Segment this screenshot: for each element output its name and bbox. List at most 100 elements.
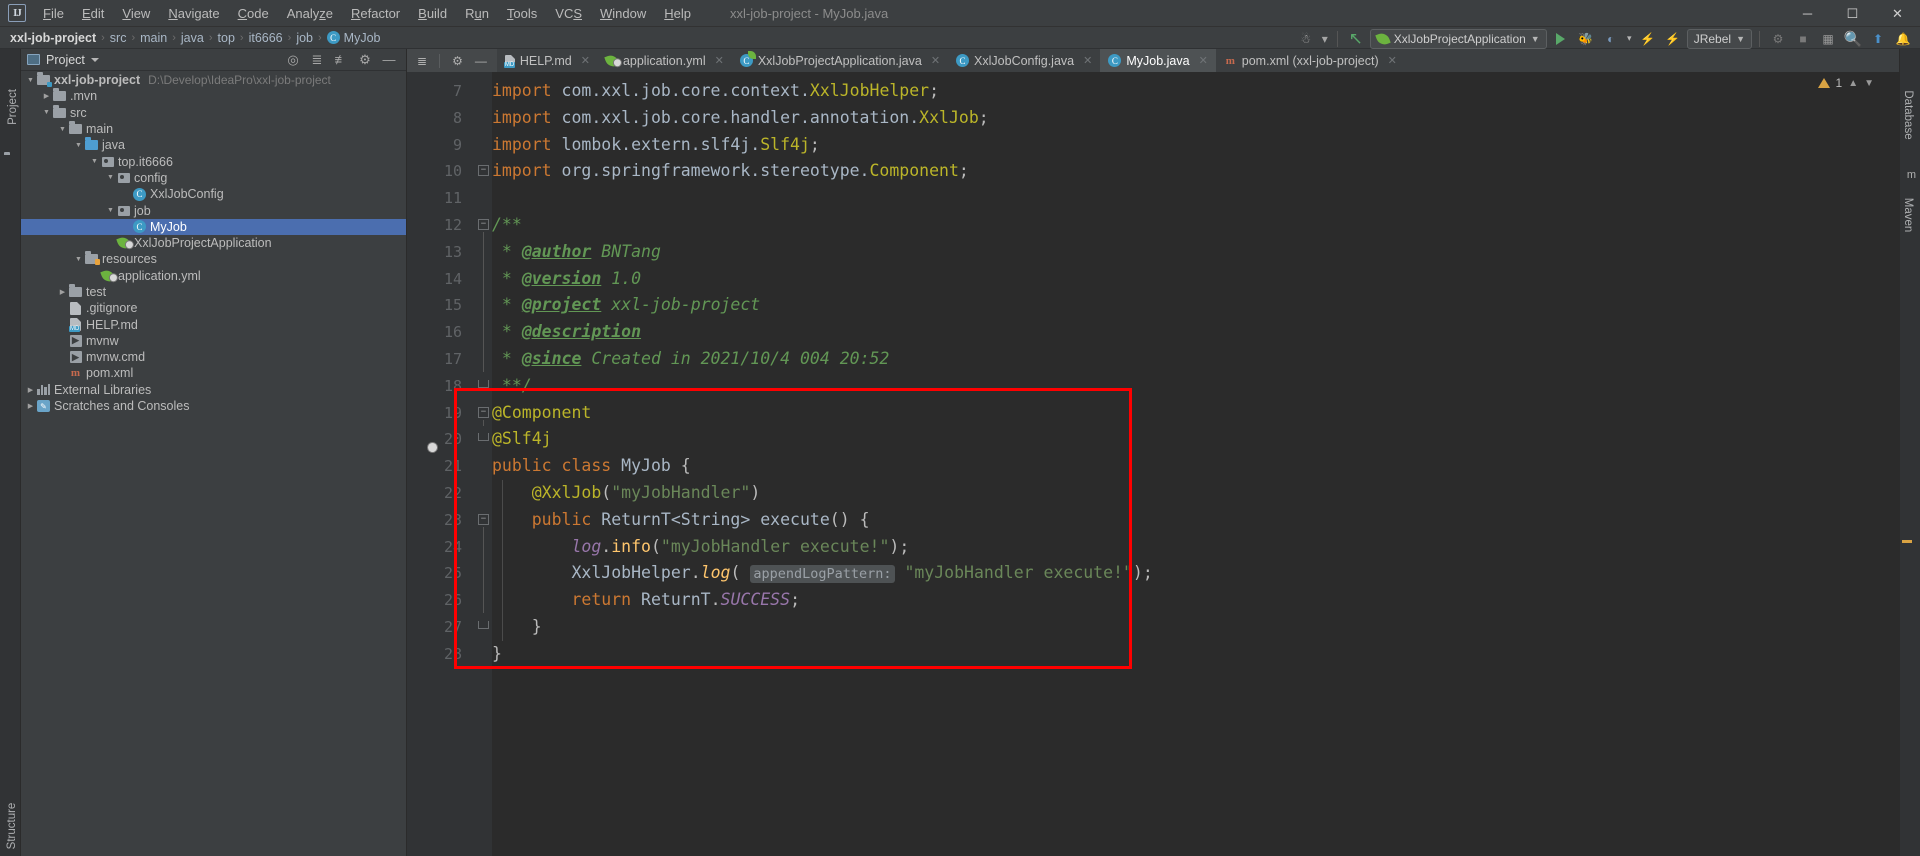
menu-edit[interactable]: Edit (73, 3, 113, 24)
tree-item-src[interactable]: src (21, 104, 406, 121)
breadcrumb-item-src[interactable]: src (110, 31, 127, 45)
chevron-down-icon[interactable] (25, 77, 36, 84)
tree-item-config[interactable]: config (21, 170, 406, 186)
code-line-9[interactable]: import lombok.extern.slf4j.Slf4j; (492, 132, 820, 159)
tool-window-button-structure[interactable]: Structure (6, 788, 18, 856)
close-button[interactable]: ✕ (1875, 0, 1920, 27)
run-configuration-selector[interactable]: XxlJobProjectApplication ▼ (1369, 28, 1547, 49)
code-line-16[interactable]: * @description (492, 319, 641, 346)
code-line-7[interactable]: import com.xxl.job.core.context.XxlJobHe… (492, 78, 939, 105)
code-line-26[interactable]: return ReturnT.SUCCESS; (492, 587, 800, 614)
tree-item-myjob[interactable]: C MyJob (21, 218, 406, 235)
tool-window-button-database[interactable]: Database (1902, 77, 1914, 153)
project-tree[interactable]: xxl-job-project D:\Develop\IdeaPro\xxl-jo… (21, 72, 406, 856)
locate-icon[interactable]: ◎ (286, 52, 300, 68)
menu-run[interactable]: Run (456, 3, 498, 24)
editor-tab-application.yml[interactable]: application.yml ✕ (597, 49, 732, 72)
hide-icon[interactable]: — (475, 54, 487, 68)
settings-gear-icon[interactable]: ⚙ (358, 52, 372, 68)
code-line-8[interactable]: import com.xxl.job.core.handler.annotati… (492, 105, 989, 132)
editor-warning-marker[interactable] (1902, 540, 1912, 543)
close-icon[interactable]: ✕ (1083, 54, 1092, 67)
code-line-17[interactable]: * @since Created in 2021/10/4 004 20:52 (492, 346, 889, 373)
vcs-update-icon[interactable]: ⬆ (1867, 28, 1889, 50)
code-line-10[interactable]: import org.springframework.stereotype.Co… (492, 158, 969, 185)
code-line-20[interactable]: @Slf4j (492, 426, 552, 453)
code-line-22[interactable]: @XxlJob("myJobHandler") (492, 480, 761, 507)
menu-help[interactable]: Help (655, 3, 700, 24)
expand-icon[interactable]: ≢ (334, 52, 348, 67)
chevron-down-icon[interactable] (57, 126, 68, 133)
update-project-icon[interactable]: ↖ (1345, 28, 1367, 50)
editor-tab-xxljobprojectapplication.java[interactable]: C XxlJobProjectApplication.java ✕ (731, 49, 949, 72)
maven-icon[interactable]: m (1907, 169, 1916, 181)
chevron-down-icon[interactable]: ▼ (1864, 78, 1874, 89)
code-fold-toggle[interactable] (478, 433, 489, 442)
tree-item-xxljobconfig[interactable]: C XxlJobConfig (21, 186, 406, 202)
editor-code-area[interactable]: import com.xxl.job.core.context.XxlJobHe… (492, 72, 1920, 856)
collapse-all-icon[interactable]: ≣ (417, 54, 427, 68)
coverage-icon[interactable]: ◐ (1600, 28, 1622, 50)
menu-analyze[interactable]: Analyze (278, 3, 342, 24)
tree-item-.mvn[interactable]: .mvn (21, 88, 406, 104)
code-line-25[interactable]: XxlJobHelper.log( appendLogPattern: "myJ… (492, 560, 1153, 587)
code-fold-toggle[interactable]: − (478, 513, 489, 525)
chevron-down-icon[interactable] (105, 207, 116, 214)
chevron-down-icon[interactable] (90, 57, 99, 62)
hide-icon[interactable]: — (382, 52, 396, 67)
editor-fold-strip[interactable]: − − − − (470, 72, 492, 856)
chevron-right-icon[interactable] (57, 288, 68, 296)
attach-debugger-icon[interactable]: ⚙ (1767, 28, 1789, 50)
chevron-down-icon[interactable]: ▾ (1625, 28, 1634, 50)
tree-item-resources[interactable]: resources (21, 251, 406, 267)
breadcrumb-item-it6666[interactable]: it6666 (249, 31, 283, 45)
code-line-28[interactable]: } (492, 641, 502, 668)
chevron-down-icon[interactable] (105, 174, 116, 181)
close-icon[interactable]: ✕ (931, 54, 940, 67)
tree-item-xxljobprojectapplication[interactable]: XxlJobProjectApplication (21, 235, 406, 251)
tool-window-button-maven[interactable]: Maven (1902, 185, 1914, 245)
menu-tools[interactable]: Tools (498, 3, 546, 24)
editor-tab-help.md[interactable]: MD HELP.md ✕ (496, 49, 598, 72)
code-line-13[interactable]: * @author BNTang (492, 239, 661, 266)
breadcrumb-item-main[interactable]: main (140, 31, 167, 45)
tree-item-external-libraries[interactable]: External Libraries (21, 382, 406, 398)
inspection-status-widget[interactable]: 1 ▲ ▼ (1817, 72, 1874, 94)
search-icon[interactable]: 🔍 (1842, 28, 1864, 50)
stop-icon[interactable]: ■ (1792, 28, 1814, 50)
chevron-down-icon[interactable]: ▾ (1320, 28, 1330, 50)
code-line-27[interactable]: } (492, 614, 542, 641)
chevron-right-icon[interactable] (25, 386, 36, 394)
editor-tab-myjob.java[interactable]: C MyJob.java ✕ (1100, 49, 1216, 72)
menu-build[interactable]: Build (409, 3, 456, 24)
code-line-14[interactable]: * @version 1.0 (492, 266, 641, 293)
collapse-all-icon[interactable]: ≣ (310, 52, 324, 68)
code-fold-toggle[interactable] (478, 379, 489, 388)
chevron-down-icon[interactable] (89, 158, 100, 165)
chevron-right-icon[interactable] (25, 402, 36, 410)
debug-icon[interactable]: 🐝 (1575, 28, 1597, 50)
code-line-12[interactable]: /** (492, 212, 522, 239)
maximize-button[interactable]: ☐ (1830, 0, 1875, 27)
settings-gear-icon[interactable]: ⚙ (452, 54, 463, 68)
jrebel-selector[interactable]: JRebel ▼ (1686, 28, 1752, 49)
tree-item-java[interactable]: java (21, 137, 406, 153)
code-line-18[interactable]: **/ (492, 373, 532, 400)
tree-item-main[interactable]: main (21, 121, 406, 137)
tree-item-xxl-job-project[interactable]: xxl-job-project D:\Develop\IdeaPro\xxl-jo… (21, 72, 406, 88)
chevron-down-icon[interactable] (41, 109, 52, 116)
close-icon[interactable]: ✕ (1199, 54, 1208, 67)
menu-window[interactable]: Window (591, 3, 655, 24)
chevron-down-icon[interactable] (73, 256, 84, 263)
code-line-21[interactable]: public class MyJob { (492, 453, 691, 480)
tree-item-pom.xml[interactable]: m pom.xml (21, 365, 406, 381)
close-icon[interactable]: ✕ (1388, 54, 1397, 67)
minimize-button[interactable]: ─ (1785, 0, 1830, 27)
breadcrumb-item-xxl-job-project[interactable]: xxl-job-project (10, 31, 96, 45)
close-icon[interactable]: ✕ (581, 54, 590, 67)
user-avatar-icon[interactable]: ☃ (1295, 28, 1317, 50)
code-fold-toggle[interactable]: − (478, 165, 489, 177)
menu-code[interactable]: Code (229, 3, 278, 24)
code-line-24[interactable]: log.info("myJobHandler execute!"); (492, 534, 909, 561)
tool-window-button-project[interactable]: Project (7, 72, 19, 142)
